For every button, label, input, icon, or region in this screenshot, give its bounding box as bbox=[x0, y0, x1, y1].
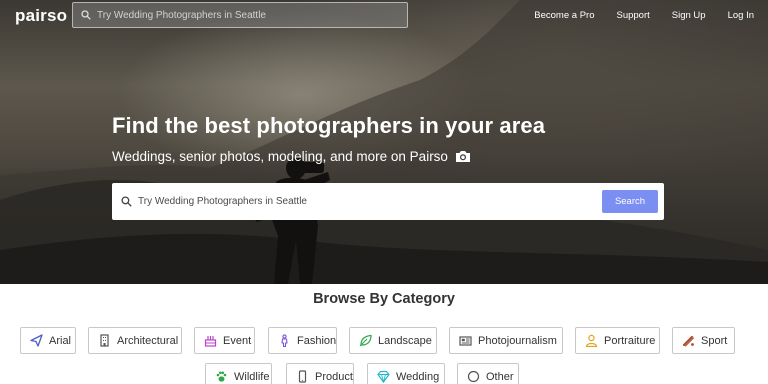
header-nav: Become a Pro Support Sign Up Log In bbox=[534, 10, 754, 21]
category-event[interactable]: Event bbox=[194, 327, 255, 354]
category-other[interactable]: Other bbox=[457, 363, 519, 384]
category-label: Other bbox=[486, 370, 514, 383]
paper-plane-icon bbox=[30, 334, 43, 347]
search-icon bbox=[81, 10, 91, 20]
pairso-logo[interactable]: pairso bbox=[15, 6, 67, 26]
mobile-icon bbox=[296, 370, 309, 383]
category-photojournalism[interactable]: Photojournalism bbox=[449, 327, 563, 354]
hero-background-image bbox=[0, 0, 768, 284]
category-label: Photojournalism bbox=[478, 334, 557, 347]
browse-by-category-title: Browse By Category bbox=[313, 291, 455, 307]
building-icon bbox=[98, 334, 111, 347]
category-wedding[interactable]: Wedding bbox=[367, 363, 445, 384]
category-label: Portraiture bbox=[604, 334, 656, 347]
hero-subheadline: Weddings, senior photos, modeling, and m… bbox=[112, 149, 448, 164]
bat-icon bbox=[682, 334, 695, 347]
hero-subheadline-row: Weddings, senior photos, modeling, and m… bbox=[112, 149, 471, 164]
log-in-link[interactable]: Log In bbox=[728, 10, 754, 21]
search-icon bbox=[121, 196, 132, 207]
category-label: Architectural bbox=[117, 334, 179, 347]
category-product[interactable]: Product bbox=[286, 363, 354, 384]
category-label: Wedding bbox=[396, 370, 440, 383]
category-architectural[interactable]: Architectural bbox=[88, 327, 182, 354]
category-label: Wildlife bbox=[234, 370, 270, 383]
become-a-pro-link[interactable]: Become a Pro bbox=[534, 10, 594, 21]
leaf-icon bbox=[359, 334, 372, 347]
search-button[interactable]: Search bbox=[602, 190, 658, 213]
hero-banner: pairso Become a Pro Support Sign Up Log … bbox=[0, 0, 768, 284]
camera-icon bbox=[455, 151, 470, 162]
category-landscape[interactable]: Landscape bbox=[349, 327, 437, 354]
header-search-box[interactable] bbox=[72, 2, 408, 28]
cake-icon bbox=[204, 334, 217, 347]
category-arial[interactable]: Arial bbox=[20, 327, 76, 354]
header-search-input[interactable] bbox=[97, 9, 397, 21]
category-fashion[interactable]: Fashion bbox=[268, 327, 337, 354]
support-link[interactable]: Support bbox=[616, 10, 649, 21]
hero-headline: Find the best photographers in your area bbox=[112, 113, 546, 138]
category-wildlife[interactable]: Wildlife bbox=[205, 363, 272, 384]
category-label: Fashion bbox=[297, 334, 337, 347]
person-icon bbox=[278, 334, 291, 347]
paw-icon bbox=[215, 370, 228, 383]
hero-search-box[interactable]: Search bbox=[112, 183, 664, 220]
category-label: Product bbox=[315, 370, 353, 383]
user-icon bbox=[585, 334, 598, 347]
category-label: Sport bbox=[701, 334, 728, 347]
circle-icon bbox=[467, 370, 480, 383]
category-label: Arial bbox=[49, 334, 72, 347]
diamond-icon bbox=[377, 370, 390, 383]
category-sport[interactable]: Sport bbox=[672, 327, 735, 354]
newspaper-icon bbox=[459, 334, 472, 347]
category-portraiture[interactable]: Portraiture bbox=[575, 327, 660, 354]
sign-up-link[interactable]: Sign Up bbox=[672, 10, 706, 21]
category-label: Landscape bbox=[378, 334, 432, 347]
hero-search-input[interactable] bbox=[138, 196, 598, 207]
category-label: Event bbox=[223, 334, 252, 347]
